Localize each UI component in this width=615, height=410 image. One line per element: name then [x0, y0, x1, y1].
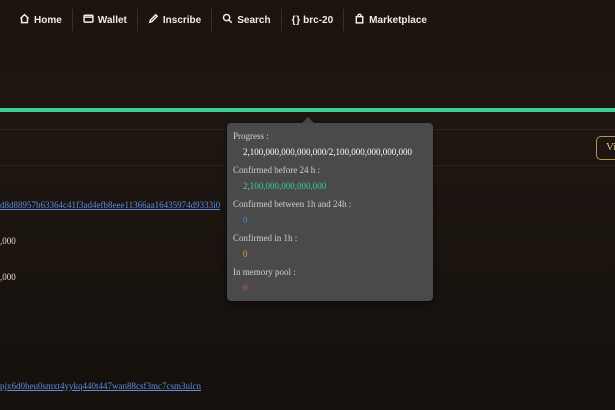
search-icon [222, 13, 233, 27]
tooltip-mempool-value: 0 [243, 283, 248, 293]
tooltip-confirmed-24h-label: Confirmed before 24 h : [233, 165, 320, 175]
tooltip-confirmed-1h-value: 0 [243, 249, 248, 259]
nav-search-label: Search [237, 14, 271, 26]
nav-wallet-label: Wallet [97, 14, 127, 26]
nav-marketplace-label: Marketplace [369, 14, 427, 26]
tooltip-confirmed-24h-value: 2,100,000,000,000,000 [243, 181, 327, 191]
pencil-icon [148, 13, 159, 27]
tooltip-confirmed-1h-label: Confirmed in 1h : [233, 233, 298, 243]
top-nav: Home Wallet Inscribe Search { } brc-20 M… [0, 0, 615, 40]
tooltip-confirmed-1h-24h-label: Confirmed between 1h and 24h : [233, 199, 352, 209]
tooltip-progress-label: Progress : [233, 131, 269, 141]
tooltip-progress-value: 2,100,000,000,000,000/2,100,000,000,000,… [243, 147, 413, 157]
tooltip-mempool-label: In memory pool : [233, 267, 296, 277]
bag-icon [354, 13, 365, 27]
nav-home[interactable]: Home [0, 0, 72, 40]
tooltip-confirmed-1h-24h-value: 0 [243, 215, 248, 225]
wallet-icon [83, 13, 94, 27]
nav-inscribe-label: Inscribe [162, 14, 202, 26]
home-icon [19, 13, 30, 27]
braces-icon: { } [291, 14, 301, 26]
nav-brc20-label: brc-20 [303, 14, 334, 26]
nav-home-label: Home [34, 14, 62, 26]
progress-tooltip: Progress : 2,100,000,000,000,000/2,100,0… [227, 123, 433, 301]
nav-wallet[interactable]: Wallet [73, 0, 137, 40]
view-button[interactable]: Vi [596, 136, 615, 160]
deployer-address-link[interactable]: pjx6d0heu0smxt4yykq440t447wan88csf3mc7cs… [0, 381, 300, 391]
mint-progress-bar[interactable] [0, 108, 615, 112]
nav-brc20[interactable]: { } brc-20 [282, 0, 344, 40]
nav-search[interactable]: Search [212, 0, 280, 40]
nav-inscribe[interactable]: Inscribe [138, 0, 211, 40]
mint-progress-fill [0, 108, 615, 112]
nav-marketplace[interactable]: Marketplace [344, 0, 437, 40]
